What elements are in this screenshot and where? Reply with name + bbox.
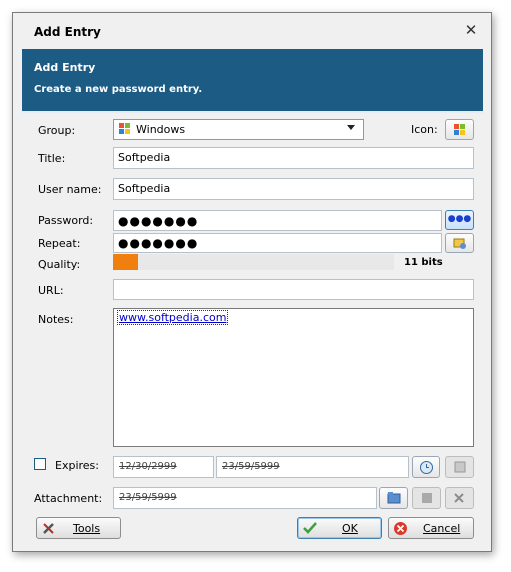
show-password-button[interactable]: ●●● <box>445 210 474 230</box>
tools-button[interactable]: Tools <box>36 517 121 539</box>
expires-label: Expires: <box>55 459 99 472</box>
expires-checkbox[interactable] <box>34 458 46 470</box>
icon-picker-button[interactable] <box>445 119 474 140</box>
chevron-down-icon <box>347 125 355 130</box>
icon-label: Icon: <box>411 123 438 136</box>
group-select[interactable]: Windows <box>113 119 364 140</box>
quality-bar-fill <box>113 254 139 270</box>
password-field[interactable]: ●●●●●●● <box>113 210 442 231</box>
banner-subheading: Create a new password entry. <box>34 84 203 95</box>
save-icon <box>422 493 432 503</box>
cancel-icon <box>394 522 407 535</box>
notes-label: Notes: <box>38 313 74 326</box>
quality-bar <box>113 254 394 270</box>
calendar-icon <box>454 461 466 473</box>
quality-label: Quality: <box>38 258 81 271</box>
banner-heading: Add Entry <box>34 61 96 74</box>
close-icon[interactable]: ✕ <box>462 21 480 39</box>
window-title: Add Entry <box>34 25 101 39</box>
delete-icon <box>454 493 464 503</box>
notes-textarea[interactable]: www.softpedia.com <box>113 308 474 447</box>
generate-password-button[interactable] <box>445 233 474 253</box>
quality-bits: 11 bits <box>404 257 443 268</box>
url-label: URL: <box>38 284 64 297</box>
attach-file-button[interactable] <box>379 487 408 509</box>
cancel-button-label: Cancel <box>423 522 461 535</box>
expiry-clear-button[interactable] <box>445 456 474 478</box>
expiry-preset-button[interactable] <box>412 456 440 478</box>
title-bar: Add Entry ✕ <box>13 13 491 49</box>
attachment-label: Attachment: <box>34 492 103 505</box>
windows-icon <box>454 124 465 135</box>
ok-button[interactable]: OK <box>297 517 382 539</box>
header-banner: Add Entry Create a new password entry. <box>22 49 483 113</box>
repeat-label: Repeat: <box>38 237 81 250</box>
title-label: Title: <box>38 152 66 165</box>
group-label: Group: <box>38 124 76 137</box>
clock-icon <box>420 461 433 474</box>
attachment-field[interactable]: 23/59/5999 <box>113 487 377 509</box>
checkmark-icon <box>303 522 317 534</box>
group-select-value: Windows <box>136 123 186 136</box>
notes-link[interactable]: www.softpedia.com <box>117 310 229 325</box>
windows-icon <box>119 123 130 134</box>
title-field[interactable]: Softpedia <box>113 147 474 169</box>
expiry-date-field[interactable]: 12/30/2999 <box>113 456 214 478</box>
tools-icon <box>43 523 54 534</box>
url-field[interactable] <box>113 279 474 300</box>
repeat-password-field[interactable]: ●●●●●●● <box>113 233 442 253</box>
folder-icon <box>387 492 401 504</box>
expiry-time-field[interactable]: 23/59/5999 <box>216 456 409 478</box>
ok-button-label: OK <box>342 522 358 535</box>
password-label: Password: <box>38 214 94 227</box>
remove-attachment-button[interactable] <box>445 487 474 509</box>
add-entry-dialog: Add Entry ✕ Add Entry Create a new passw… <box>12 12 492 552</box>
save-attachment-button[interactable] <box>412 487 441 509</box>
username-field[interactable]: Softpedia <box>113 178 474 200</box>
username-label: User name: <box>38 183 102 196</box>
key-generator-icon <box>453 238 466 249</box>
tools-button-label: Tools <box>73 522 101 535</box>
cancel-button[interactable]: Cancel <box>388 517 474 539</box>
